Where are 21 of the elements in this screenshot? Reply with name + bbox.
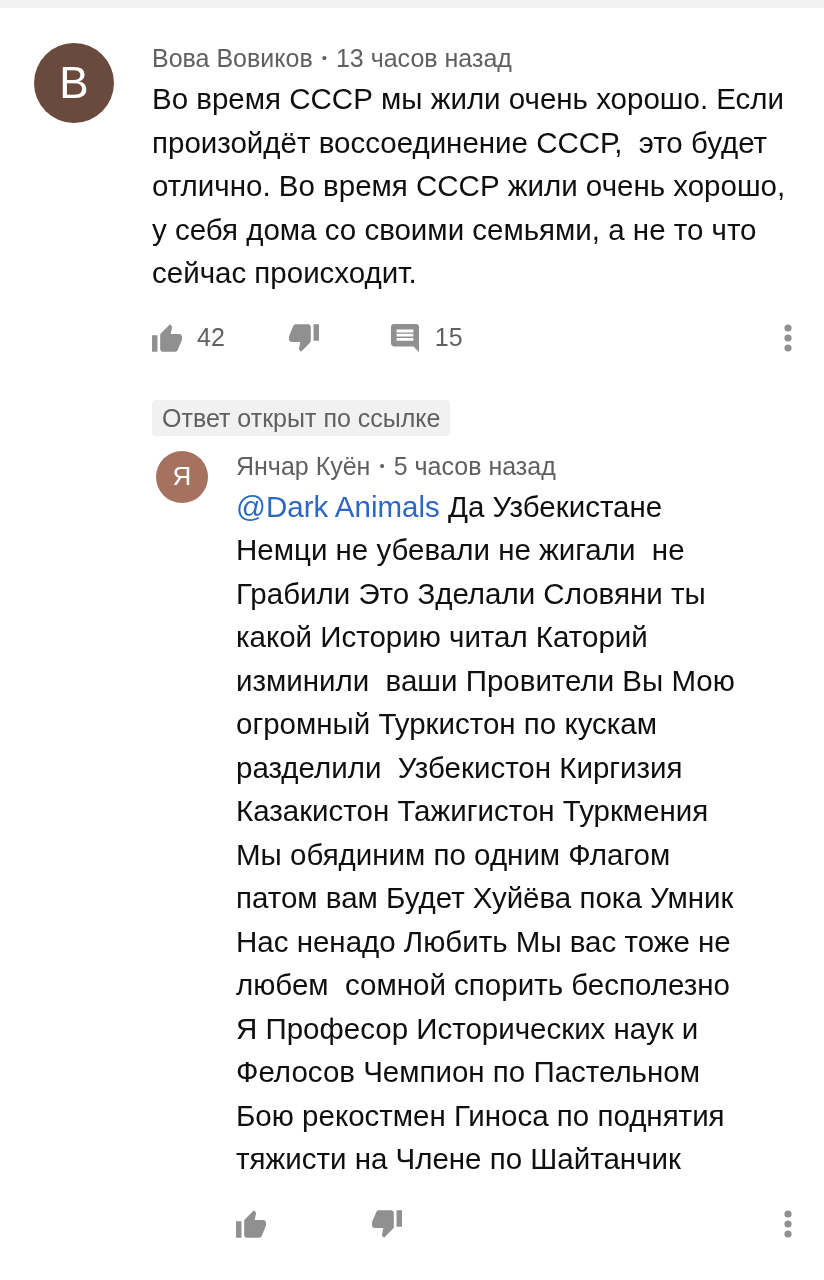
mention-link[interactable]: @Dark Animals: [236, 489, 440, 523]
comment-icon: [390, 323, 419, 352]
separator-dot: •: [379, 455, 385, 476]
more-options-icon: [784, 1209, 792, 1238]
separator-dot: •: [321, 48, 327, 68]
more-options-icon: [784, 323, 792, 352]
reply-count: 15: [434, 321, 463, 353]
thumbs-down-icon: [372, 1209, 402, 1238]
author-name: Янчар Куён: [236, 450, 371, 481]
thumbs-up-icon: [152, 323, 182, 352]
comment-time: 5 часов назад: [393, 450, 556, 481]
comment-time: 13 часов назад: [335, 43, 512, 73]
comment-text: Во время СССР мы жили очень хорошо. Если произойдёт воссоединение СССР, это будет отлично. Во время СССР жили очень хорошо, у себя дома со своими семьями, а не то что сейчас происходит.: [152, 81, 787, 291]
linked-reply-badge: Ответ открыт по ссылке: [152, 399, 451, 436]
thumbs-down-icon: [288, 323, 319, 352]
thumbs-up-icon: [236, 1209, 266, 1238]
like-count: 42: [197, 321, 225, 353]
avatar[interactable]: В: [34, 43, 114, 123]
author-name: Вова Вовиков: [152, 43, 313, 73]
comment-text: @Dark Animals Да Узбекистане Немци не убевали не жигали не Грабили Это Зделали Словяни ты какой Историю читал Каторий изминили ваши Провители Вы Мою огромный Туркистон по кускам разделили Узбекистон Киргизия Казакистон Тажигистон Туркмения Мы обядиним по одним Флагом патом вам Будет Хуйёва пока Умник Нас ненадо Любить Мы вас тоже не любем сомной спорить бесполезно Я Професор Исторических наук и Фелосов Чемпион по Пастельном Бою рекостмен Гиноса по поднятия тяжисти на Члене по Шайтанчик: [236, 488, 736, 1177]
avatar[interactable]: Я: [156, 450, 208, 503]
